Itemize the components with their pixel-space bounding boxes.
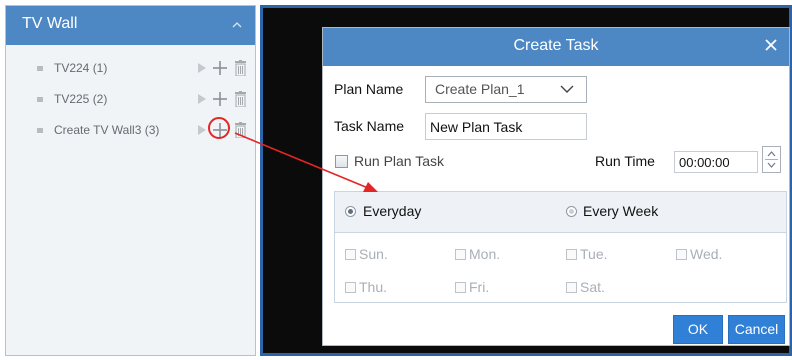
- dialog-title: Create Task: [513, 37, 599, 54]
- day-label-wed: Wed.: [690, 246, 723, 262]
- day-label-thu: Thu.: [359, 279, 388, 295]
- play-icon[interactable]: [198, 125, 206, 135]
- trash-icon[interactable]: [235, 60, 246, 76]
- tv-wall-panel: TV Wall TV224 (1) TV225 (2) Create TV Wa…: [5, 5, 256, 356]
- run-plan-task-label: Run Plan Task: [354, 153, 445, 169]
- spinner-up-icon[interactable]: [767, 151, 776, 157]
- tv-icon: [37, 128, 43, 133]
- task-name-input[interactable]: [425, 113, 587, 140]
- everyday-label: Everyday: [363, 203, 422, 219]
- plus-icon[interactable]: [211, 59, 229, 77]
- ok-button[interactable]: OK: [673, 315, 723, 344]
- tv-icon: [37, 97, 43, 102]
- day-label-fri: Fri.: [469, 279, 490, 295]
- spinner-down-icon[interactable]: [767, 162, 776, 168]
- cancel-button[interactable]: Cancel: [728, 315, 785, 344]
- close-icon[interactable]: [765, 39, 777, 51]
- create-task-dialog: Create Task Plan Name Create Plan_1 Task…: [322, 27, 790, 346]
- schedule-group: Everyday Every Week Sun. Mon. Tue. Wed. …: [334, 191, 787, 303]
- day-checkbox-mon[interactable]: [455, 249, 466, 260]
- dialog-header: Create Task: [323, 28, 789, 66]
- day-checkbox-sun[interactable]: [345, 249, 356, 260]
- day-label-sun: Sun.: [359, 246, 388, 262]
- spinner-divider: [765, 159, 778, 160]
- tree-item-label: Create TV Wall3 (3): [54, 123, 160, 137]
- tv-wall-title: TV Wall: [22, 15, 78, 32]
- trash-icon[interactable]: [235, 91, 246, 107]
- day-checkbox-wed[interactable]: [676, 249, 687, 260]
- plan-name-label: Plan Name: [334, 81, 404, 97]
- every-week-radio[interactable]: [566, 206, 577, 217]
- day-checkbox-tue[interactable]: [566, 249, 577, 260]
- run-time-label: Run Time: [595, 153, 655, 169]
- task-name-label: Task Name: [334, 118, 405, 134]
- play-icon[interactable]: [198, 94, 206, 104]
- highlight-circle: [208, 117, 230, 139]
- run-plan-task-checkbox[interactable]: [335, 155, 348, 168]
- everyday-radio[interactable]: [345, 206, 356, 217]
- tree-item-label: TV225 (2): [54, 92, 108, 106]
- play-icon[interactable]: [198, 63, 206, 73]
- trash-icon[interactable]: [235, 122, 246, 138]
- tv-wall-header[interactable]: TV Wall: [6, 6, 255, 45]
- plus-icon[interactable]: [211, 90, 229, 108]
- tree-item-tv224[interactable]: TV224 (1): [6, 58, 255, 80]
- frequency-selector: Everyday Every Week: [335, 192, 786, 233]
- day-label-sat: Sat.: [580, 279, 605, 295]
- tree-item-label: TV224 (1): [54, 61, 108, 75]
- run-time-spinner[interactable]: [762, 146, 781, 173]
- day-checkbox-sat[interactable]: [566, 282, 577, 293]
- tree-item-tv225[interactable]: TV225 (2): [6, 89, 255, 111]
- day-checkbox-fri[interactable]: [455, 282, 466, 293]
- plan-name-select[interactable]: Create Plan_1: [425, 76, 587, 103]
- day-label-tue: Tue.: [580, 246, 608, 262]
- day-checkbox-thu[interactable]: [345, 282, 356, 293]
- chevron-down-icon: [560, 85, 574, 93]
- tv-icon: [37, 66, 43, 71]
- day-label-mon: Mon.: [469, 246, 501, 262]
- plan-name-value: Create Plan_1: [435, 81, 525, 97]
- collapse-chevron-up-icon[interactable]: [232, 20, 242, 30]
- every-week-label: Every Week: [583, 203, 659, 219]
- run-time-input[interactable]: [674, 151, 758, 173]
